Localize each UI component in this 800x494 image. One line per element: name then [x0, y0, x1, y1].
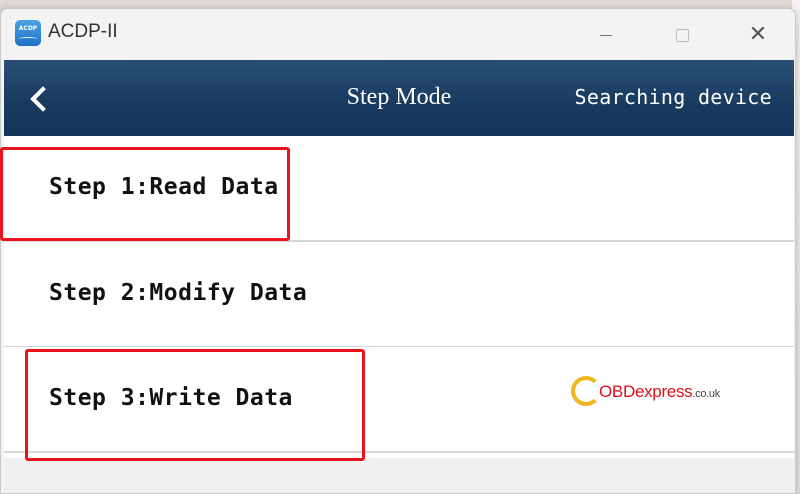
minimize-icon	[600, 34, 612, 36]
window-titlebar[interactable]: ACDP ACDP-II ✕	[1, 9, 795, 60]
close-button[interactable]: ✕	[735, 17, 781, 53]
maximize-icon	[675, 28, 689, 42]
watermark-logo: OBDexpress.co.uk	[569, 374, 729, 414]
app-logo-icon: ACDP	[15, 20, 41, 46]
watermark-brand: OBDexpress	[599, 382, 693, 401]
app-window: ACDP ACDP-II ✕ Step Mode Searching devic…	[0, 8, 796, 494]
watermark-text: OBDexpress.co.uk	[599, 382, 720, 402]
step-item-label: Step 1:Read Data	[49, 174, 279, 200]
window-title: ACDP-II	[48, 21, 118, 42]
list-footer	[4, 458, 794, 493]
minimize-button[interactable]	[583, 17, 629, 53]
watermark-suffix: .co.uk	[692, 388, 720, 400]
step-item-label: Step 2:Modify Data	[49, 280, 308, 306]
watermark-ring-icon	[571, 376, 601, 406]
maximize-button[interactable]	[659, 17, 705, 53]
step-list: Step 1:Read Data Step 2:Modify Data Step…	[4, 136, 794, 493]
step-item-label: Step 3:Write Data	[49, 385, 293, 411]
step-item-modify-data[interactable]: Step 2:Modify Data	[4, 242, 794, 348]
step-item-read-data[interactable]: Step 1:Read Data	[4, 136, 794, 242]
app-icon-wave	[18, 37, 38, 41]
app-icon-text: ACDP	[18, 25, 38, 32]
close-icon: ✕	[748, 22, 768, 47]
app-header: Step Mode Searching device	[4, 60, 794, 136]
connection-status: Searching device	[574, 85, 772, 109]
